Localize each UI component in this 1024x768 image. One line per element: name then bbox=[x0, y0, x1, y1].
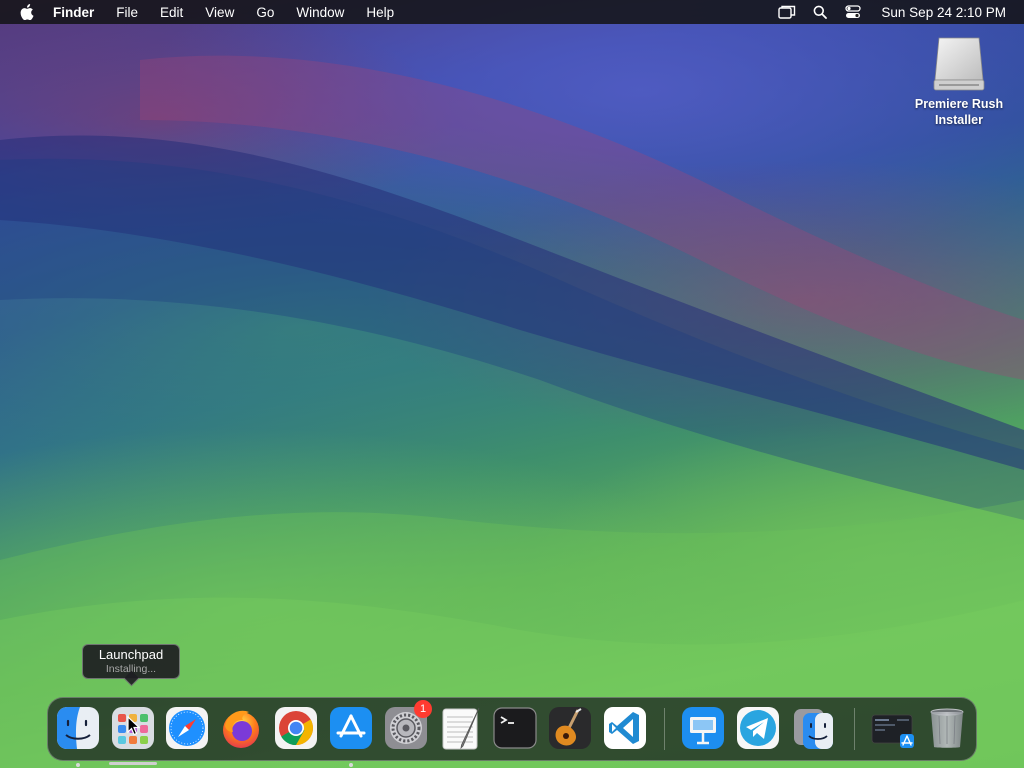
desktop-icon-premiere-rush-installer[interactable]: Premiere Rush Installer bbox=[906, 32, 1012, 128]
menu-window[interactable]: Window bbox=[296, 5, 344, 20]
vscode-icon bbox=[604, 707, 646, 749]
menu-edit[interactable]: Edit bbox=[160, 5, 183, 20]
dock-separator bbox=[664, 708, 665, 750]
notification-badge: 1 bbox=[414, 700, 432, 718]
trash-icon bbox=[930, 708, 964, 748]
dock-tooltip: Launchpad Installing... bbox=[82, 644, 180, 679]
dock-app-migration-assistant[interactable] bbox=[791, 706, 835, 750]
chrome-icon bbox=[275, 707, 317, 749]
tooltip-subtitle: Installing... bbox=[105, 663, 157, 675]
dock-app-app-store[interactable] bbox=[329, 706, 373, 767]
desktop[interactable]: Finder File Edit View Go Window Help Sun… bbox=[0, 0, 1024, 768]
dock-app-terminal[interactable] bbox=[493, 706, 537, 750]
menu-file[interactable]: File bbox=[116, 5, 138, 20]
textedit-icon bbox=[442, 707, 480, 750]
dock-app-system-settings[interactable]: 1 bbox=[384, 700, 432, 750]
desktop-icon-label-line2: Installer bbox=[935, 113, 983, 127]
dock-app-textedit[interactable] bbox=[439, 706, 483, 750]
garageband-icon bbox=[549, 707, 591, 749]
downloads-stack-icon bbox=[871, 714, 914, 748]
disk-image-icon bbox=[931, 34, 987, 92]
menubar-clock[interactable]: Sun Sep 24 2:10 PM bbox=[881, 5, 1006, 20]
telegram-icon bbox=[737, 707, 779, 749]
dock-app-finder[interactable] bbox=[56, 706, 100, 767]
control-center-icon[interactable] bbox=[844, 4, 862, 20]
dock-app-downloads-stack[interactable] bbox=[870, 706, 914, 750]
menu-app-name[interactable]: Finder bbox=[53, 5, 94, 20]
menu-help[interactable]: Help bbox=[366, 5, 394, 20]
running-indicator bbox=[349, 763, 353, 767]
dock-app-safari[interactable] bbox=[165, 706, 209, 750]
dock-app-keynote[interactable] bbox=[681, 706, 725, 750]
dock-app-chrome[interactable] bbox=[274, 706, 318, 750]
dock-app-trash[interactable] bbox=[925, 706, 969, 750]
keynote-icon bbox=[682, 707, 724, 749]
mouse-cursor-icon bbox=[127, 716, 141, 736]
tooltip-title: Launchpad bbox=[98, 647, 164, 662]
dock-app-garageband[interactable] bbox=[548, 706, 592, 750]
dock-app-firefox[interactable] bbox=[219, 706, 263, 750]
menu-bar: Finder File Edit View Go Window Help Sun… bbox=[0, 0, 1024, 24]
dock-app-vscode[interactable] bbox=[603, 706, 647, 750]
dock-app-telegram[interactable] bbox=[736, 706, 780, 750]
menu-go[interactable]: Go bbox=[256, 5, 274, 20]
safari-icon bbox=[166, 707, 208, 749]
app-store-icon bbox=[330, 707, 372, 749]
dock: 1 bbox=[47, 697, 977, 767]
firefox-icon bbox=[223, 710, 259, 748]
install-progress-bar bbox=[109, 762, 157, 765]
apple-logo-icon[interactable] bbox=[19, 4, 35, 20]
menubar-status-area: Sun Sep 24 2:10 PM bbox=[778, 4, 1024, 20]
terminal-icon bbox=[493, 707, 537, 749]
running-indicator bbox=[76, 763, 80, 767]
menu-view[interactable]: View bbox=[205, 5, 234, 20]
dock-separator bbox=[854, 708, 855, 750]
screen-mirroring-icon[interactable] bbox=[778, 4, 796, 20]
finder-icon bbox=[57, 707, 99, 749]
spotlight-search-icon[interactable] bbox=[811, 4, 829, 20]
desktop-icon-label-line1: Premiere Rush bbox=[914, 97, 1004, 111]
migration-assistant-icon bbox=[794, 709, 833, 749]
